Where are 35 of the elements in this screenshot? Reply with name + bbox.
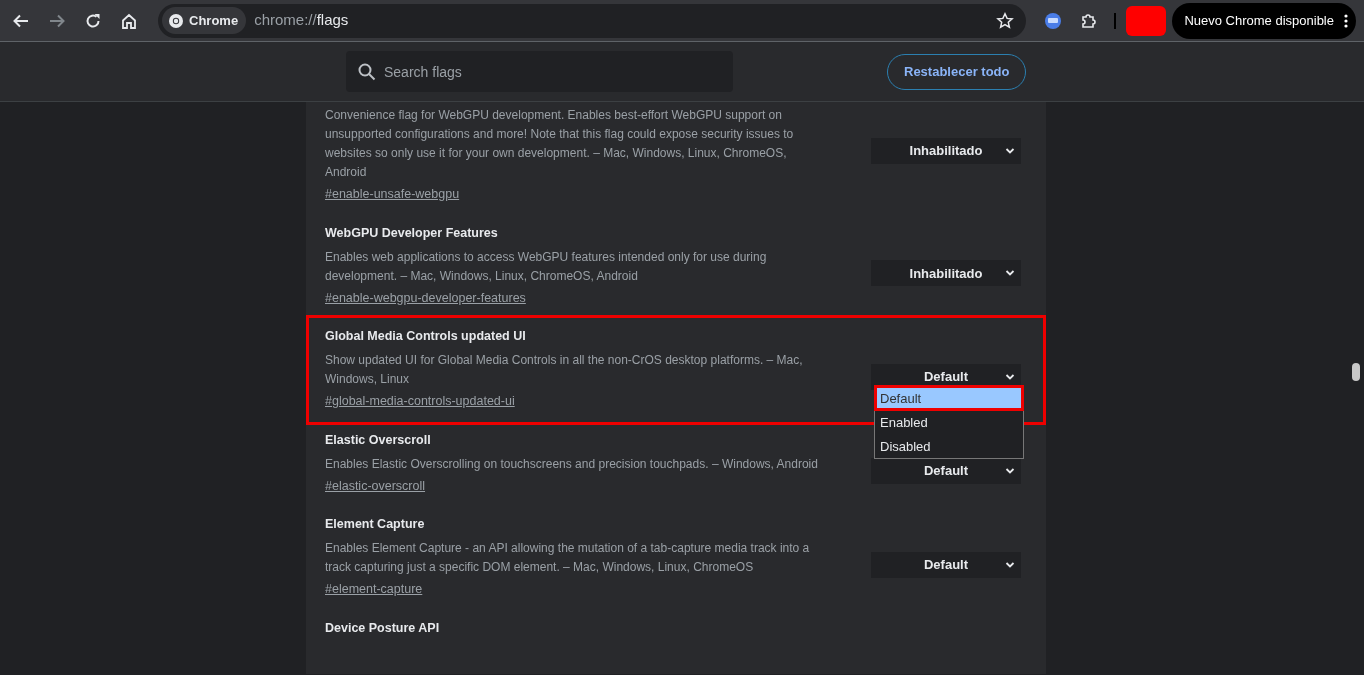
- flag-title: Element Capture: [325, 516, 425, 534]
- dropdown-option[interactable]: Enabled: [875, 410, 1023, 435]
- flag-link[interactable]: #enable-webgpu-developer-features: [325, 288, 526, 308]
- flag-select[interactable]: Inhabilitado: [871, 260, 1021, 287]
- flag-select[interactable]: Default: [871, 457, 1021, 484]
- dropdown-option[interactable]: Disabled: [875, 434, 1023, 459]
- redacted-block: [1126, 5, 1167, 36]
- update-button[interactable]: Nuevo Chrome disponible: [1172, 2, 1356, 39]
- search-icon: [358, 63, 376, 81]
- url-text: chrome://flags: [254, 10, 349, 31]
- flag-select[interactable]: Inhabilitado: [871, 137, 1021, 164]
- reload-icon: [84, 11, 102, 30]
- extension-badge-icon: [1044, 11, 1063, 30]
- flag-title: Device Posture API: [325, 619, 440, 637]
- flag-title: Global Media Controls updated UI: [325, 328, 526, 346]
- flag-description: Show updated UI for Global Media Controls in all the non-CrOS desktop platforms. – Mac, Windows, Linux: [325, 352, 804, 388]
- flag-description: Enables Elastic Overscrolling on touchscreens and precision touchpads. – Windows, Android: [325, 455, 819, 473]
- chrome-logo-icon: [168, 12, 184, 29]
- flag-link[interactable]: #enable-unsafe-webgpu: [325, 185, 460, 204]
- address-bar[interactable]: Chrome chrome://flags: [158, 3, 1026, 38]
- home-icon: [120, 11, 138, 30]
- search-field[interactable]: Search flags: [346, 51, 733, 92]
- flag-select[interactable]: Default: [871, 551, 1021, 578]
- flag-title: Elastic Overscroll: [325, 431, 431, 449]
- puzzle-piece-icon: [1080, 11, 1099, 30]
- flag-title: WebGPU Developer Features: [325, 224, 498, 242]
- flag-link[interactable]: #element-capture: [325, 580, 423, 599]
- flag-link[interactable]: #elastic-overscroll: [325, 476, 426, 496]
- site-chip[interactable]: Chrome: [162, 7, 247, 34]
- dropdown-option[interactable]: Default: [875, 386, 1023, 411]
- flag-description: Convenience flag for WebGPU development. Enables best-effort WebGPU support on unsupported configurations and more! Note that this flag could expose security issues to websites so only use it for your own development. – Mac, Windows, Linux, ChromeOS, Android: [325, 107, 795, 181]
- scrollbar-thumb[interactable]: [1352, 363, 1360, 381]
- flag-description: Enables Element Capture - an API allowing the mutation of a tab-capture media track into a track capturing just a specific DOM element. – Mac, Windows, Linux, ChromeOS: [325, 540, 811, 576]
- flag-link[interactable]: #global-media-controls-updated-ui: [325, 392, 515, 411]
- flag-description: Enables web applications to access WebGPU features intended only for use during development. – Mac, Windows, Linux, ChromeOS, Android: [325, 248, 768, 285]
